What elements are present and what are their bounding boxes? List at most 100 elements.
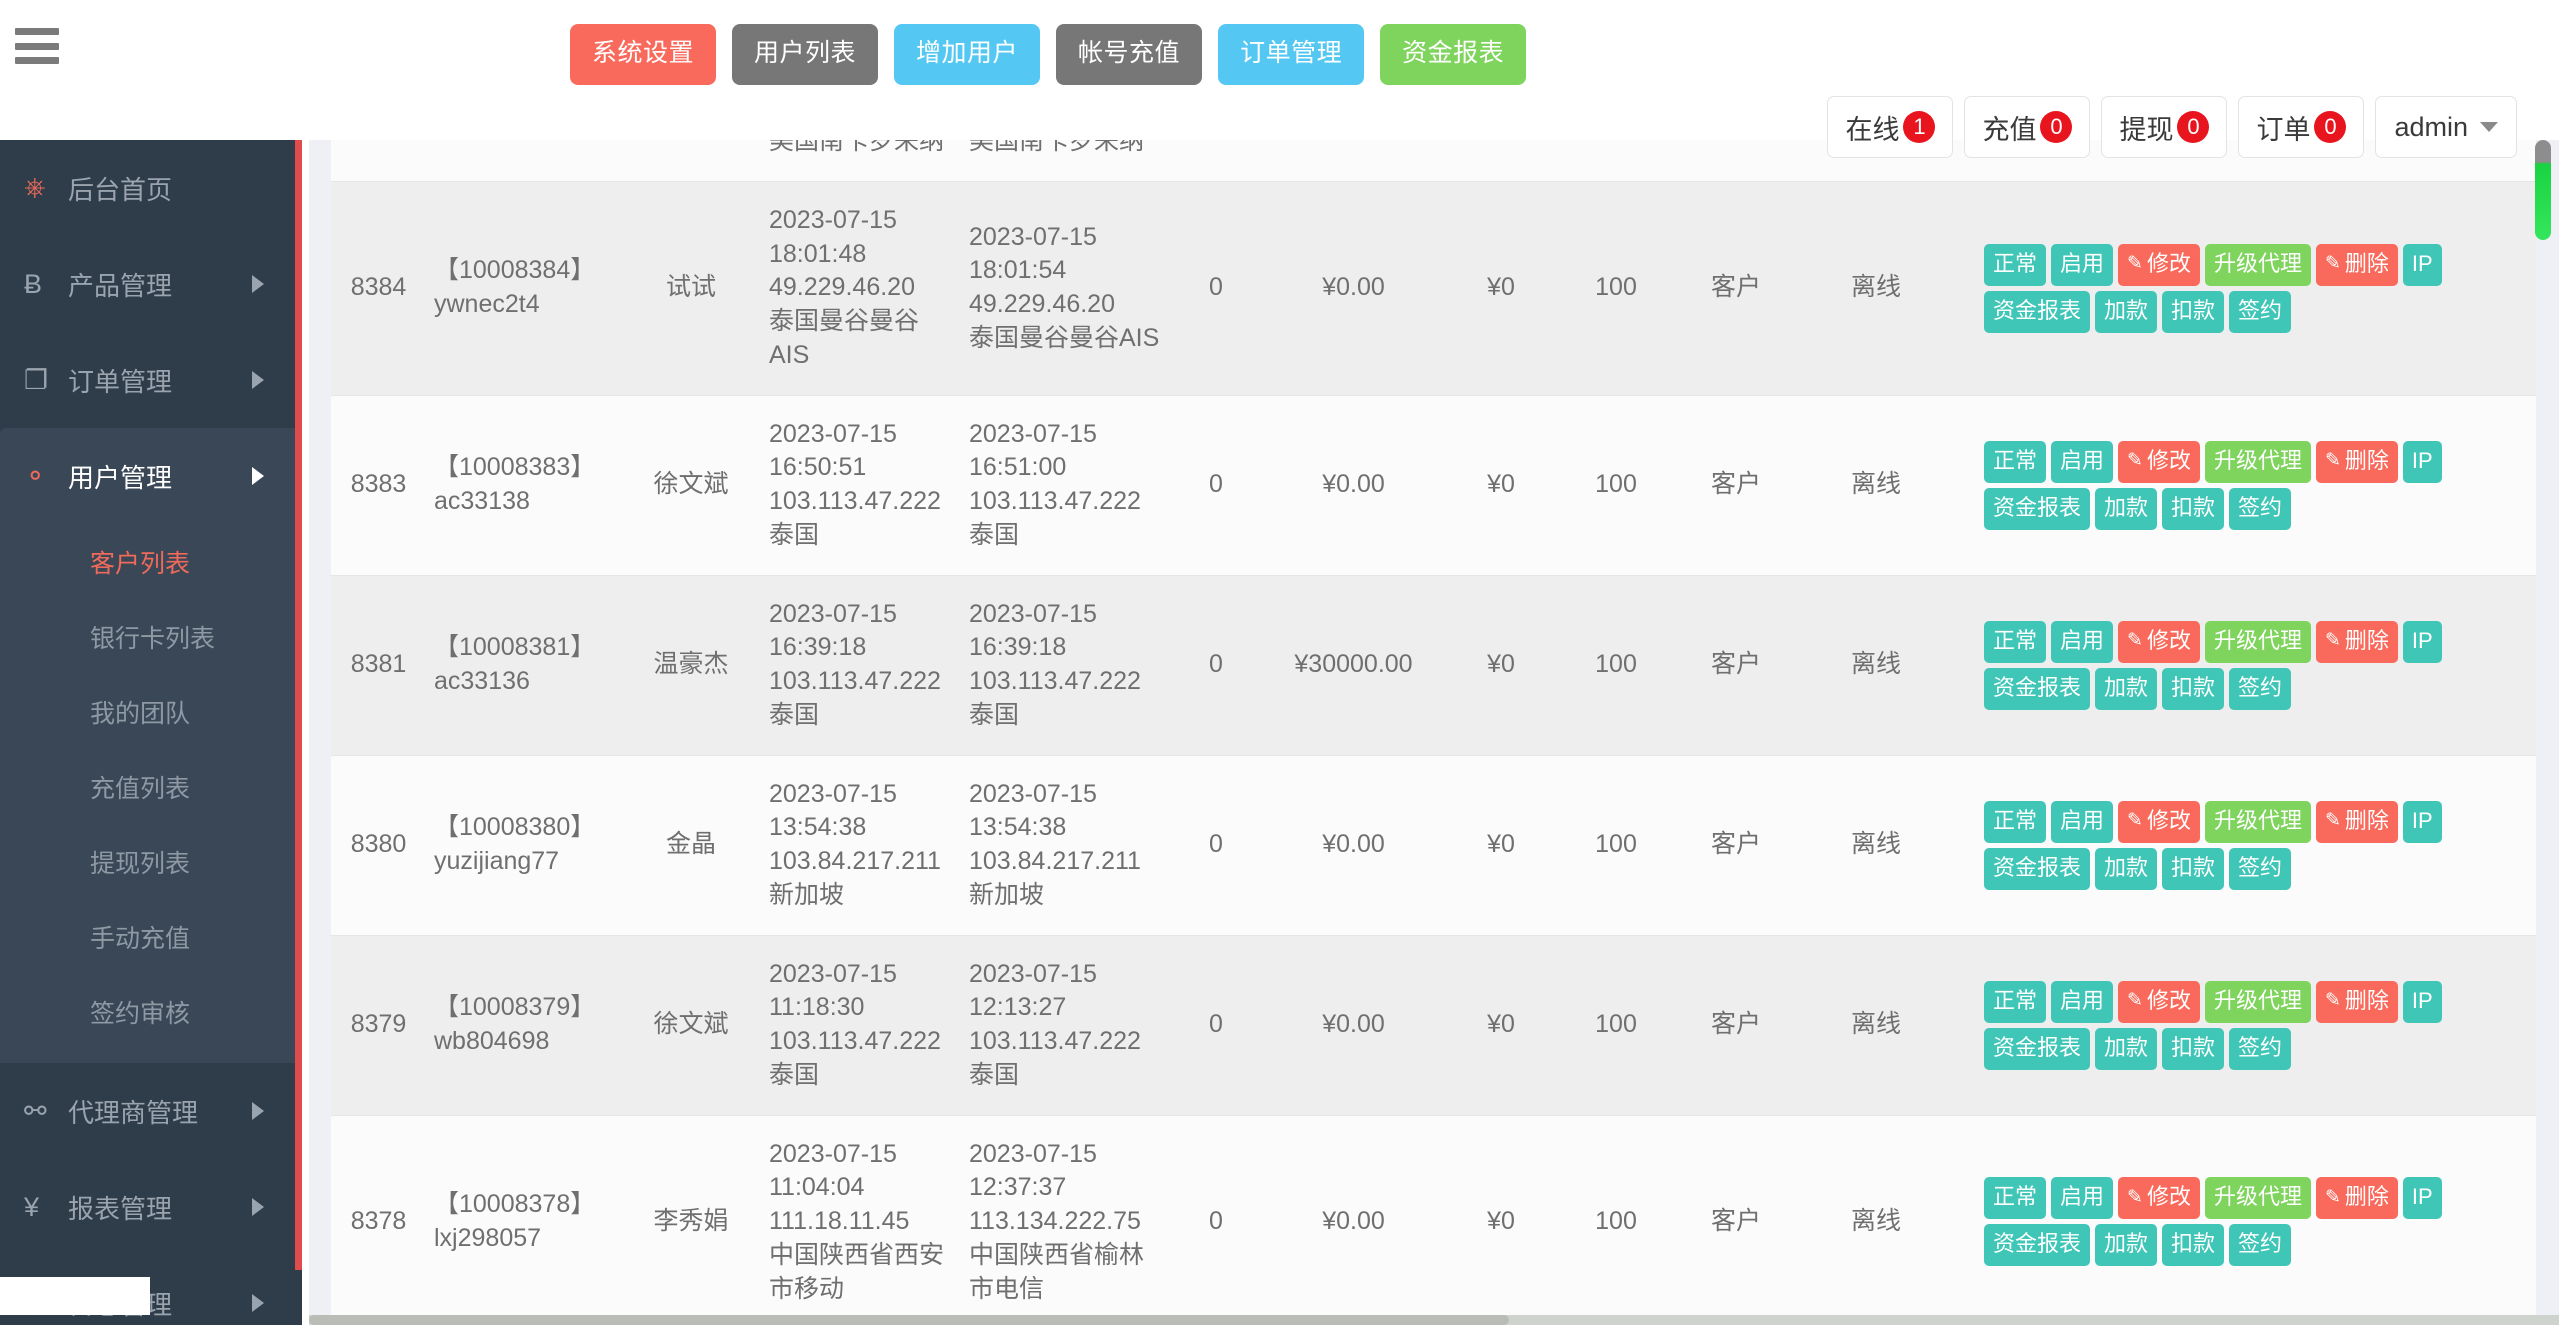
row-action-button-0[interactable]: 正常 xyxy=(1984,980,2047,1023)
row-action-button-2[interactable]: ✎ 修改 xyxy=(2118,620,2200,663)
row-action-button-5[interactable]: IP xyxy=(2402,800,2442,843)
hamburger-icon[interactable] xyxy=(15,28,59,64)
row-action-button-6[interactable]: 资金报表 xyxy=(1984,487,2091,530)
row-action-button-7[interactable]: 加款 xyxy=(2095,667,2158,710)
nav-button-2[interactable]: 用户列表 xyxy=(732,24,879,85)
row-action-button-0[interactable]: 正常 xyxy=(1984,440,2047,483)
row-action-button-7[interactable]: 加款 xyxy=(2095,290,2158,333)
row-action-button-0[interactable]: 正常 xyxy=(1984,1177,2047,1220)
row-action-button-3[interactable]: 升级代理 xyxy=(2204,980,2311,1023)
row-action-button-2[interactable]: ✎ 修改 xyxy=(2118,243,2200,286)
row-action-button-5[interactable]: IP xyxy=(2402,620,2442,663)
row-action-button-3[interactable]: 升级代理 xyxy=(2204,620,2311,663)
row-action-button-6[interactable]: 资金报表 xyxy=(1984,1027,2091,1070)
row-action-button-7[interactable]: 加款 xyxy=(2095,847,2158,890)
row-action-button-8[interactable]: 扣款 xyxy=(2162,1027,2225,1070)
sidebar-subitem-2[interactable]: 我的团队 xyxy=(0,674,302,749)
row-action-button-5[interactable]: IP xyxy=(2402,980,2442,1023)
row-action-button-label: IP xyxy=(2411,447,2433,473)
row-action-button-6[interactable]: 资金报表 xyxy=(1984,847,2091,890)
row-action-button-2[interactable]: ✎ 修改 xyxy=(2118,440,2200,483)
row-action-button-2[interactable]: ✎ 修改 xyxy=(2118,800,2200,843)
row-action-button-1[interactable]: 启用 xyxy=(2051,1177,2114,1220)
row-action-button-2[interactable]: ✎ 修改 xyxy=(2118,980,2200,1023)
nav-button-4[interactable]: 帐号充值 xyxy=(1056,24,1203,85)
sidebar-subitem-6[interactable]: 签约审核 xyxy=(0,974,302,1049)
cell-type: 客户 xyxy=(1676,934,1796,1115)
cell-points: 100 xyxy=(1556,574,1676,755)
sidebar-subitem-0[interactable]: 客户列表 xyxy=(0,524,302,599)
row-action-button-3[interactable]: 升级代理 xyxy=(2204,1177,2311,1220)
horizontal-scrollbar-thumb[interactable] xyxy=(309,1315,1509,1325)
cell-actions: 正常 启用 ✎ 修改 升级代理 ✎ 删除 IP 资金报表 加款 扣款 签约 xyxy=(1956,574,2536,755)
row-action-button-8[interactable]: 扣款 xyxy=(2162,290,2225,333)
status-badge-2[interactable]: 充值 0 xyxy=(1964,96,2091,158)
row-action-button-9[interactable]: 签约 xyxy=(2229,847,2292,890)
cell-id: 8384 xyxy=(331,180,426,395)
sidebar-item-1[interactable]: Ƀ 产品管理 xyxy=(0,236,302,332)
row-action-button-1[interactable]: 启用 xyxy=(2051,243,2114,286)
row-action-button-6[interactable]: 资金报表 xyxy=(1984,667,2091,710)
cell-register-info: 2023-07-15 16:39:18 103.113.47.222 泰国 xyxy=(761,574,961,755)
row-action-button-9[interactable]: 签约 xyxy=(2229,667,2292,710)
status-badge-label: 在线 xyxy=(1845,114,1900,145)
row-action-button-4[interactable]: ✎ 删除 xyxy=(2315,620,2398,663)
vertical-scrollbar-thumb[interactable] xyxy=(2535,140,2551,240)
row-action-button-6[interactable]: 资金报表 xyxy=(1984,1224,2091,1267)
row-action-button-4[interactable]: ✎ 删除 xyxy=(2315,980,2398,1023)
row-action-button-2[interactable]: ✎ 修改 xyxy=(2118,1177,2200,1220)
sidebar-item-3[interactable]: ⚬ 用户管理 xyxy=(0,428,302,524)
nav-button-5[interactable]: 订单管理 xyxy=(1218,24,1365,85)
sidebar-item-0[interactable]: ⎈ 后台首页 xyxy=(0,140,302,236)
user-menu-button[interactable]: admin xyxy=(2375,96,2517,158)
sidebar-item-2[interactable]: ❐ 订单管理 xyxy=(0,332,302,428)
row-action-button-4[interactable]: ✎ 删除 xyxy=(2315,800,2398,843)
row-action-button-1[interactable]: 启用 xyxy=(2051,980,2114,1023)
sidebar-subitem-5[interactable]: 手动充值 xyxy=(0,899,302,974)
sidebar-subitem-4[interactable]: 提现列表 xyxy=(0,824,302,899)
row-action-button-6[interactable]: 资金报表 xyxy=(1984,290,2091,333)
sidebar-item-4[interactable]: ⚯ 代理商管理 xyxy=(0,1063,302,1159)
row-action-button-8[interactable]: 扣款 xyxy=(2162,847,2225,890)
row-action-button-8[interactable]: 扣款 xyxy=(2162,487,2225,530)
row-action-button-7[interactable]: 加款 xyxy=(2095,1224,2158,1267)
status-badge-3[interactable]: 提现 0 xyxy=(2101,96,2228,158)
sidebar-subitem-1[interactable]: 银行卡列表 xyxy=(0,599,302,674)
row-action-button-0[interactable]: 正常 xyxy=(1984,243,2047,286)
row-action-button-3[interactable]: 升级代理 xyxy=(2204,243,2311,286)
status-badge-1[interactable]: 在线 1 xyxy=(1827,96,1954,158)
row-action-button-8[interactable]: 扣款 xyxy=(2162,667,2225,710)
pencil-icon: ✎ xyxy=(2324,990,2341,1011)
row-action-button-4[interactable]: ✎ 删除 xyxy=(2315,440,2398,483)
nav-button-3[interactable]: 增加用户 xyxy=(894,24,1041,85)
row-action-button-7[interactable]: 加款 xyxy=(2095,1027,2158,1070)
row-action-button-4[interactable]: ✎ 删除 xyxy=(2315,1177,2398,1220)
status-badge-4[interactable]: 订单 0 xyxy=(2238,96,2365,158)
cell-account: 【10008384】 ywnec2t4 xyxy=(426,180,621,395)
sidebar-subitem-3[interactable]: 充值列表 xyxy=(0,749,302,824)
row-action-button-8[interactable]: 扣款 xyxy=(2162,1224,2225,1267)
vertical-scrollbar[interactable] xyxy=(2531,140,2553,1325)
row-action-button-5[interactable]: IP xyxy=(2402,1177,2442,1220)
row-action-button-1[interactable]: 启用 xyxy=(2051,440,2114,483)
row-action-button-9[interactable]: 签约 xyxy=(2229,290,2292,333)
row-action-button-5[interactable]: IP xyxy=(2402,440,2442,483)
row-action-button-0[interactable]: 正常 xyxy=(1984,620,2047,663)
table-row: 8379 【10008379】 wb804698 徐文斌 2023-07-15 11:18… xyxy=(331,934,2536,1115)
nav-button-6[interactable]: 资金报表 xyxy=(1380,24,1527,85)
row-action-button-7[interactable]: 加款 xyxy=(2095,487,2158,530)
row-action-button-9[interactable]: 签约 xyxy=(2229,1027,2292,1070)
horizontal-scrollbar[interactable] xyxy=(309,1315,2559,1325)
sidebar-item-5[interactable]: ¥ 报表管理 xyxy=(0,1159,302,1255)
nav-button-1[interactable]: 系统设置 xyxy=(570,24,717,85)
sidebar-navigation[interactable]: ⎈ 后台首页 Ƀ 产品管理 ❐ 订单管理 ⚬ 用户管理 客户列表 银行卡列表 我的团队 充值列表 提现列… xyxy=(0,140,302,1325)
row-action-button-0[interactable]: 正常 xyxy=(1984,800,2047,843)
row-action-button-9[interactable]: 签约 xyxy=(2229,1224,2292,1267)
row-action-button-3[interactable]: 升级代理 xyxy=(2204,440,2311,483)
row-action-button-1[interactable]: 启用 xyxy=(2051,620,2114,663)
row-action-button-9[interactable]: 签约 xyxy=(2229,487,2292,530)
row-action-button-3[interactable]: 升级代理 xyxy=(2204,800,2311,843)
row-action-button-1[interactable]: 启用 xyxy=(2051,800,2114,843)
row-action-button-4[interactable]: ✎ 删除 xyxy=(2315,243,2398,286)
row-action-button-5[interactable]: IP xyxy=(2402,243,2442,286)
